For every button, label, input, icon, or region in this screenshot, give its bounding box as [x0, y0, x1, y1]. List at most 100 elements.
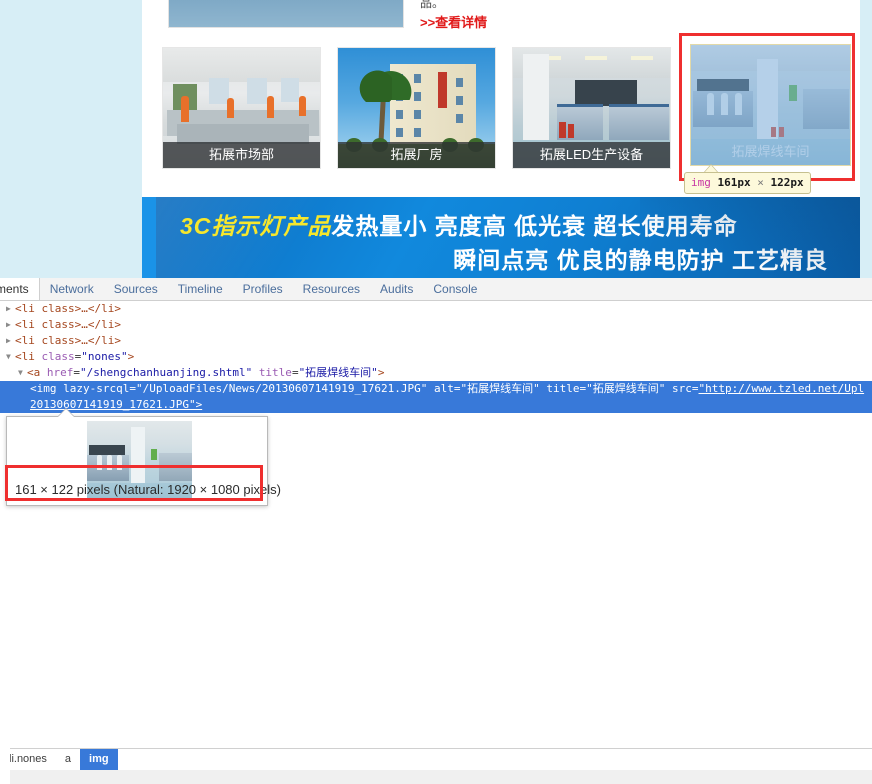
expand-triangle-icon[interactable]: ▶	[6, 333, 15, 349]
gallery-thumbnail-3[interactable]: 拓展LED生产设备	[512, 47, 671, 169]
devtools-bottom-strip	[0, 770, 872, 784]
thumb-equipment-dark	[575, 80, 637, 106]
img-src-link[interactable]: "http://www.tzled.net/Upl	[699, 382, 865, 395]
img-open-tag: <img	[30, 382, 57, 395]
expand-triangle-icon[interactable]: ▶	[6, 317, 15, 333]
thumb-window	[414, 74, 421, 83]
thumb-person	[181, 96, 189, 122]
thumb-window	[456, 78, 463, 87]
img-attr-alt-value: "拓展焊线车间"	[460, 382, 540, 395]
tab-console[interactable]: Console	[423, 278, 487, 300]
banner-line1-rest: 发热量小 亮度高 低光衰 超长使用寿命	[331, 213, 738, 239]
tab-profiles[interactable]: Profiles	[233, 278, 293, 300]
thumb-person	[299, 96, 306, 116]
thumb-signage	[438, 72, 447, 108]
gallery-thumbnail-1[interactable]: 拓展市场部	[162, 47, 321, 169]
page-right-margin	[860, 0, 872, 197]
thumb-desk	[177, 124, 309, 144]
promo-banner: 3C指示灯产品发热量小 亮度高 低光衰 超长使用寿命 瞬间点亮 优良的静电防护 …	[142, 197, 860, 278]
tooltip-width: 161px	[717, 176, 751, 189]
thumb-lamp	[631, 56, 653, 60]
thumb-fire-extinguisher	[559, 122, 566, 138]
a-attr-title-value: "拓展焊线车间"	[298, 366, 378, 379]
thumb-person	[227, 98, 234, 118]
thumb-window	[456, 96, 463, 105]
tab-resources[interactable]: Resources	[293, 278, 370, 300]
article-text-fragment: 品。	[420, 0, 445, 10]
li-attr-class: class	[41, 350, 75, 363]
img-attr-title: title	[546, 382, 580, 395]
banner-line-2: 瞬间点亮 优良的静电防护 工艺精良	[453, 247, 828, 273]
img-attr-lazy-srcql: lazy-srcql	[63, 382, 130, 395]
dom-row-li-nones[interactable]: ▼ <li class="nones">	[0, 349, 872, 365]
dom-row-collapsed-li[interactable]: ▶ <li class>…</li>	[0, 317, 872, 333]
thumb-window	[247, 78, 267, 104]
a-open-tag: <a	[27, 366, 41, 379]
thumb-window	[456, 114, 463, 123]
tooltip-height: 122px	[770, 176, 804, 189]
expand-triangle-icon[interactable]: ▶	[6, 301, 15, 317]
view-detail-link[interactable]: >>查看详情	[420, 12, 487, 31]
dom-row-img-selected[interactable]: <img lazy-srcql="/UploadFiles/News/20130…	[0, 381, 872, 397]
thumb-window	[414, 110, 421, 119]
tab-network[interactable]: Network	[40, 278, 104, 300]
devtools-tab-bar: ments Network Sources Timeline Profiles …	[0, 278, 872, 301]
dom-row-text: <li class>…</li>	[15, 334, 121, 347]
tooltip-separator: ×	[757, 176, 764, 189]
img-attr-title-value: "拓展焊线车间"	[586, 382, 666, 395]
thumb-window	[414, 128, 421, 137]
thumb-lamp	[585, 56, 607, 60]
thumb-ceiling	[163, 48, 320, 82]
tooltip-tag-name: img	[691, 176, 711, 189]
banner-line-1: 3C指示灯产品发热量小 亮度高 低光衰 超长使用寿命	[180, 207, 738, 241]
thumb-window	[281, 78, 299, 102]
thumb-window	[414, 92, 421, 101]
tab-elements[interactable]: ments	[0, 278, 40, 300]
breadcrumb-item-img[interactable]: img	[80, 749, 118, 770]
dom-row-collapsed-li[interactable]: ▶ <li class>…</li>	[0, 333, 872, 349]
a-attr-href: href	[46, 366, 74, 379]
thumb-window	[209, 78, 229, 104]
li-attr-class-value: "nones"	[81, 350, 128, 363]
top-partial-photo	[168, 0, 404, 28]
dom-row-collapsed-li[interactable]: ▶ <li class>…</li>	[0, 301, 872, 317]
img-src-link-continued[interactable]: 20130607141919_17621.JPG">	[30, 398, 202, 411]
tab-sources[interactable]: Sources	[104, 278, 168, 300]
annotation-red-rectangle-dimensions	[5, 465, 263, 501]
collapse-triangle-icon[interactable]: ▼	[6, 349, 15, 365]
dom-row-text: <li class>…</li>	[15, 318, 121, 331]
banner-highlight-text: 3C指示灯产品	[180, 213, 332, 239]
thumb-window	[396, 110, 403, 119]
thumb-machine	[609, 104, 669, 141]
tab-audits[interactable]: Audits	[370, 278, 423, 300]
dom-row-text: <li class>…</li>	[15, 302, 121, 315]
breadcrumb: li.nones a img	[0, 748, 872, 771]
img-attr-src: src	[672, 382, 692, 395]
tab-timeline[interactable]: Timeline	[168, 278, 233, 300]
thumb-palm-fronds	[344, 68, 392, 102]
thumb-pillar	[523, 54, 549, 142]
devtools-element-size-tooltip: img 161px × 122px	[684, 172, 811, 194]
popup-arrow	[58, 409, 74, 417]
thumb-fire-extinguisher	[568, 124, 574, 138]
thumbnail-caption: 拓展市场部	[163, 142, 320, 168]
a-attr-title: title	[258, 366, 292, 379]
dom-tree-left-edge	[0, 748, 10, 784]
thumbnail-caption: 拓展厂房	[338, 142, 495, 168]
banner-left-strip	[142, 197, 156, 278]
thumb-window	[396, 128, 403, 137]
gallery-thumbnail-2[interactable]: 拓展厂房	[337, 47, 496, 169]
a-attr-href-value: "/shengchanhuanjing.shtml"	[80, 366, 253, 379]
li-open-tag: <li	[15, 350, 35, 363]
preview-signal-light	[151, 449, 157, 460]
breadcrumb-item-a[interactable]: a	[56, 749, 80, 770]
img-attr-alt: alt	[434, 382, 454, 395]
thumb-person	[267, 96, 274, 118]
img-attr-lazy-value: "/UploadFiles/News/20130607141919_17621.…	[135, 382, 428, 395]
annotation-red-rectangle-element	[679, 33, 855, 181]
dom-row-img-selected-wrap[interactable]: 20130607141919_17621.JPG">	[0, 397, 872, 413]
thumbnail-caption: 拓展LED生产设备	[513, 142, 670, 168]
webpage-viewport: 品。 >>查看详情 拓展市场部 拓展厂房 拓展LED生产设备 拓展焊线车间 im…	[0, 0, 872, 278]
collapse-triangle-icon[interactable]: ▼	[18, 365, 27, 381]
dom-row-anchor[interactable]: ▼ <a href="/shengchanhuanjing.shtml" titl…	[0, 365, 872, 381]
